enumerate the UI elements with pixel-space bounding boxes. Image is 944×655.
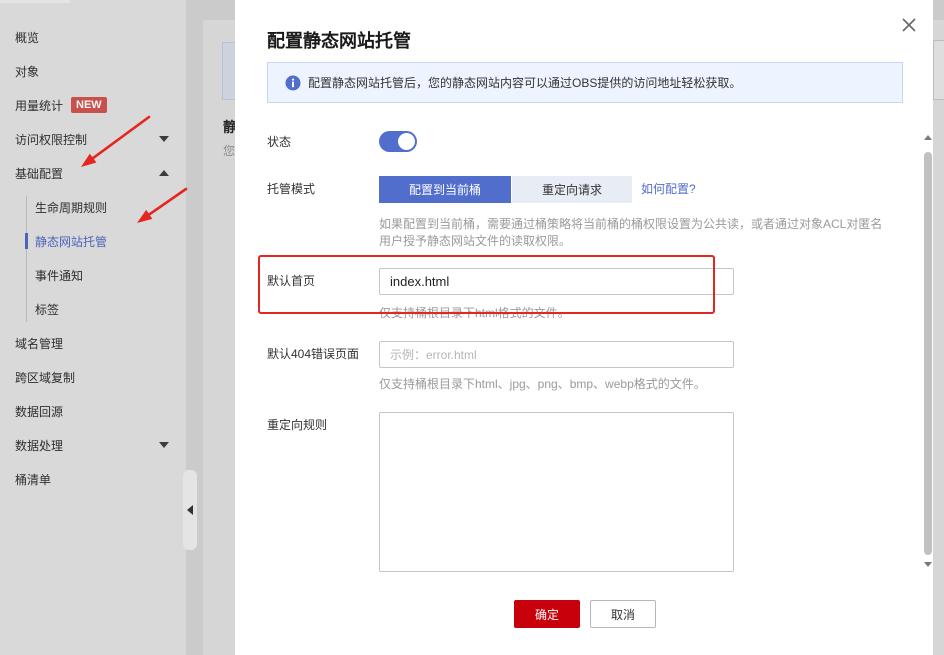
close-icon xyxy=(902,18,916,32)
sidebar-item-label: 数据处理 xyxy=(15,438,64,453)
sidebar-item-label: 基础配置 xyxy=(15,166,64,181)
sidebar-item-static-website-hosting[interactable]: 静态网站托管 xyxy=(0,224,186,258)
caret-down-icon xyxy=(159,442,169,448)
dialog-title: 配置静态网站托管 xyxy=(267,31,411,51)
sidebar-item-label: 域名管理 xyxy=(15,336,64,351)
hosting-mode-label: 托管模式 xyxy=(267,182,316,196)
index-document-hint: 仅支持桶根目录下html格式的文件。 xyxy=(379,306,570,320)
mode-option-current-bucket[interactable]: 配置到当前桶 xyxy=(379,176,511,203)
sidebar-item-lifecycle-rules[interactable]: 生命周期规则 xyxy=(0,190,186,224)
sidebar-item-basic-config[interactable]: 基础配置 xyxy=(0,156,186,190)
info-banner-text: 配置静态网站托管后，您的静态网站内容可以通过OBS提供的访问地址轻松获取。 xyxy=(308,76,742,90)
toggle-knob xyxy=(398,133,415,150)
hosting-mode-hint: 用户授予静态网站文件的读取权限。 xyxy=(379,234,572,248)
sidebar-item-label: 访问权限控制 xyxy=(15,132,88,147)
sidebar-item-label: 事件通知 xyxy=(35,268,84,283)
background-page-description: 您 xyxy=(223,144,236,158)
sidebar-item-event-notification[interactable]: 事件通知 xyxy=(0,258,186,292)
mode-option-redirect-requests[interactable]: 重定向请求 xyxy=(512,176,632,203)
sidebar-item-access-control[interactable]: 访问权限控制 xyxy=(0,122,186,156)
hosting-mode-hint: 如果配置到当前桶，需要通过桶策略将当前桶的桶权限设置为公共读，或者通过对象ACL… xyxy=(379,217,883,231)
sidebar-item-label: 静态网站托管 xyxy=(35,234,108,249)
error-document-input[interactable] xyxy=(379,341,734,368)
confirm-button[interactable]: 确定 xyxy=(514,600,580,628)
caret-up-icon xyxy=(159,170,169,176)
static-website-hosting-dialog: 配置静态网站托管 配置静态网站托管后，您的静态网站内容可以通过OBS提供的访问地… xyxy=(235,0,933,655)
error-document-hint: 仅支持桶根目录下html、jpg、png、bmp、webp格式的文件。 xyxy=(379,377,706,391)
sidebar-item-overview[interactable]: 概览 xyxy=(0,20,186,54)
sidebar-item-label: 用量统计 xyxy=(15,98,64,113)
sidebar-item-label: 标签 xyxy=(35,302,60,317)
caret-down-icon xyxy=(159,136,169,142)
sidebar-item-label: 数据回源 xyxy=(15,404,64,419)
chevron-left-icon xyxy=(187,505,193,515)
sidebar-item-objects[interactable]: 对象 xyxy=(0,54,186,88)
how-to-configure-link[interactable]: 如何配置? xyxy=(641,181,696,197)
sidebar-item-label: 生命周期规则 xyxy=(35,200,108,215)
sidebar-nav: 概览 对象 用量统计 NEW 访问权限控制 基础配置 生命周期规则 静态网站托管… xyxy=(0,0,186,655)
sidebar-item-label: 桶清单 xyxy=(15,472,52,487)
sidebar-item-data-processing[interactable]: 数据处理 xyxy=(0,428,186,462)
redirect-rules-label: 重定向规则 xyxy=(267,418,328,432)
background-right-panel xyxy=(933,40,944,100)
sidebar-item-label: 跨区域复制 xyxy=(15,370,76,385)
scroll-up-icon[interactable] xyxy=(924,135,932,140)
info-banner: 配置静态网站托管后，您的静态网站内容可以通过OBS提供的访问地址轻松获取。 xyxy=(267,62,903,103)
sidebar-item-bucket-inventory[interactable]: 桶清单 xyxy=(0,462,186,496)
scrollbar-thumb[interactable] xyxy=(924,152,932,555)
status-label: 状态 xyxy=(267,135,292,149)
sidebar-item-tags[interactable]: 标签 xyxy=(0,292,186,326)
sidebar-item-cross-region-replication[interactable]: 跨区域复制 xyxy=(0,360,186,394)
index-document-input[interactable] xyxy=(379,268,734,295)
sidebar-item-usage-statistics[interactable]: 用量统计 NEW xyxy=(0,88,186,122)
dialog-scrollbar[interactable] xyxy=(923,130,933,572)
sidebar-collapse-button[interactable] xyxy=(183,470,197,550)
header-edge xyxy=(0,0,70,3)
new-badge: NEW xyxy=(71,97,107,113)
cancel-button[interactable]: 取消 xyxy=(590,600,656,628)
status-toggle[interactable] xyxy=(379,131,417,152)
error-document-label: 默认404错误页面 xyxy=(267,347,360,361)
redirect-rules-textarea[interactable] xyxy=(379,412,734,572)
scroll-down-icon[interactable] xyxy=(924,562,932,567)
sidebar-item-back-to-source[interactable]: 数据回源 xyxy=(0,394,186,428)
sidebar-item-label: 概览 xyxy=(15,30,40,45)
close-button[interactable] xyxy=(901,17,917,33)
sidebar-item-label: 对象 xyxy=(15,64,40,79)
index-document-label: 默认首页 xyxy=(267,274,316,288)
sidebar-item-domain-management[interactable]: 域名管理 xyxy=(0,326,186,360)
info-icon xyxy=(285,75,301,91)
